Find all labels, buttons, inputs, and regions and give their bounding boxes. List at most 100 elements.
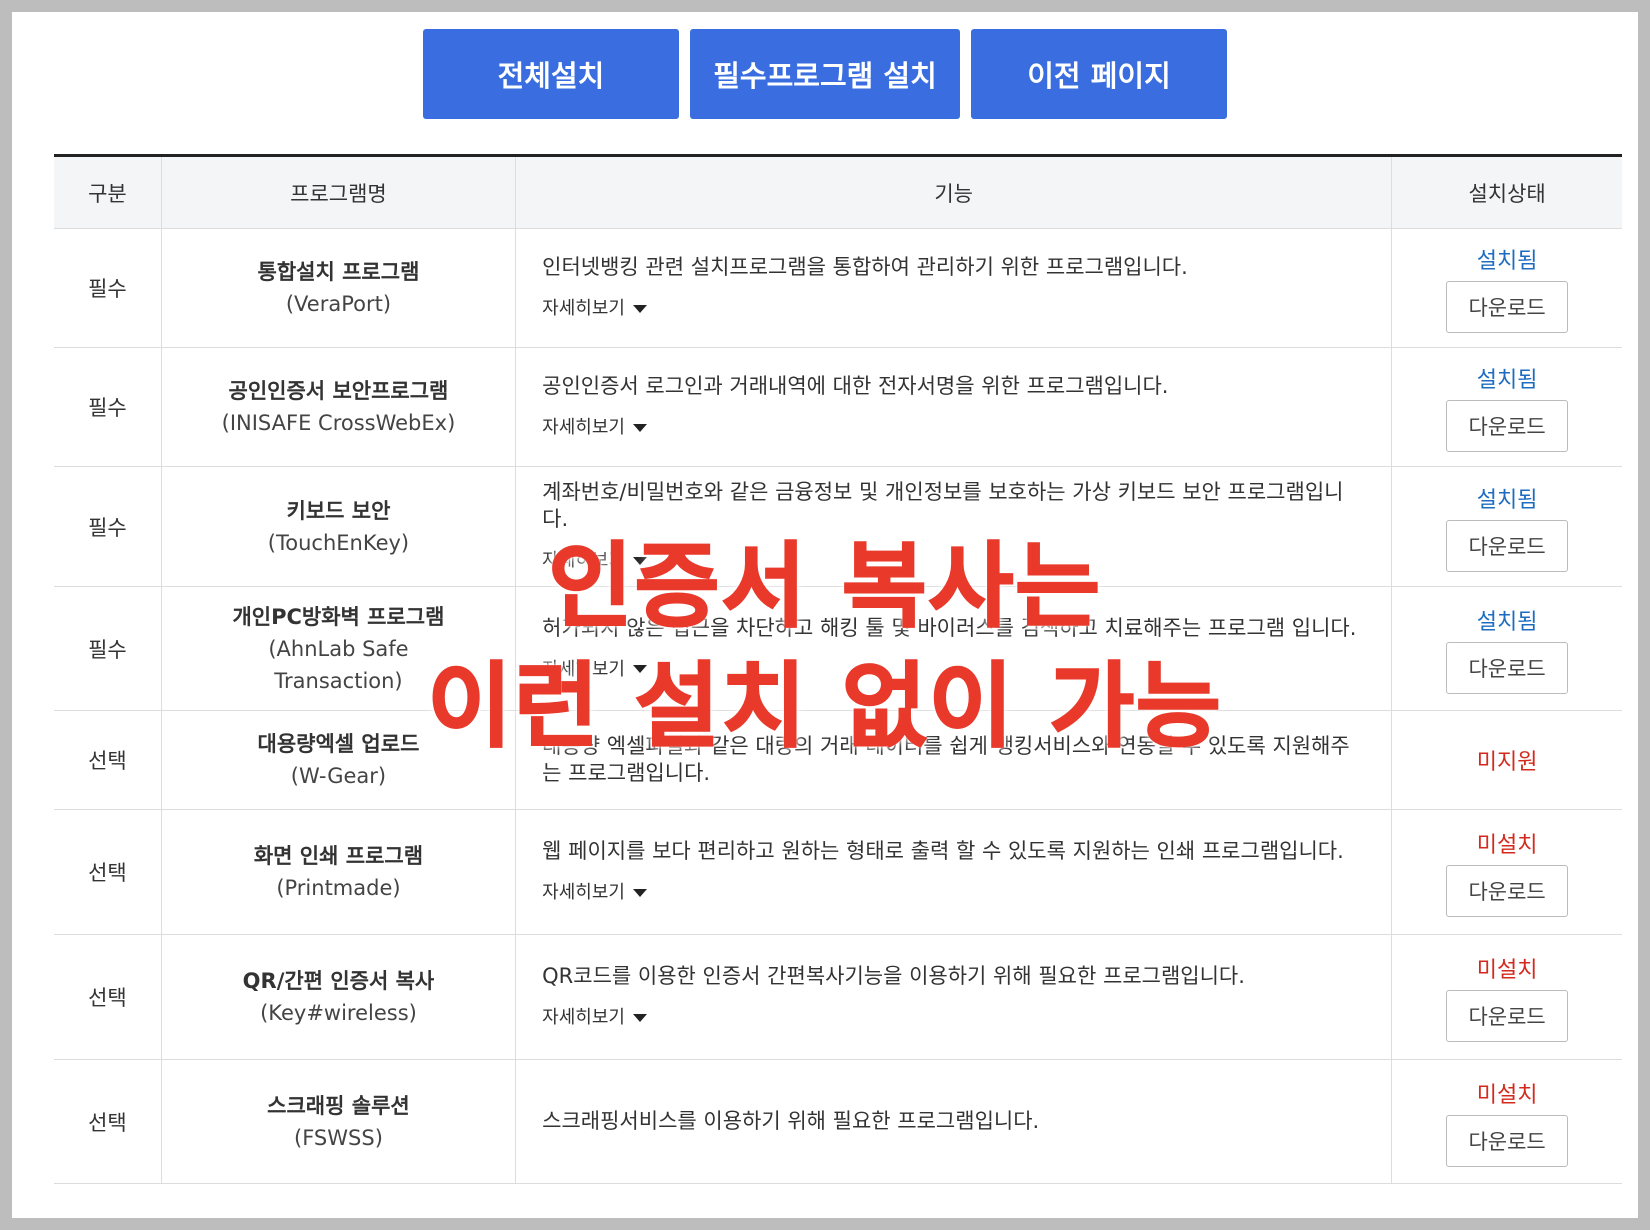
program-name: 공인인증서 보안프로그램 xyxy=(228,379,449,403)
status-cell: 설치됨 다운로드 xyxy=(1391,466,1622,587)
status-cell: 설치됨 다운로드 xyxy=(1391,347,1622,467)
details-toggle[interactable]: 자세히보기 xyxy=(542,414,647,441)
program-code: (FSWSS) xyxy=(294,1125,383,1150)
program-name: 스크래핑 솔루션 xyxy=(267,1093,410,1118)
install-required-button[interactable]: 필수프로그램 설치 xyxy=(690,29,960,119)
caret-down-icon xyxy=(632,423,647,432)
program-name-cell: 화면 인쇄 프로그램 (Printmade) xyxy=(160,809,516,935)
status-text: 설치됨 xyxy=(1476,368,1538,393)
program-code: (INISAFE CrossWebEx) xyxy=(221,411,456,435)
table-row: 선택 QR/간편 인증서 복사 (Key#wireless) QR코드를 이용한… xyxy=(54,934,1622,1060)
header-program: 프로그램명 xyxy=(160,155,516,229)
status-text: 설치됨 xyxy=(1476,487,1538,513)
page-frame: 전체설치 필수프로그램 설치 이전 페이지 구분 프로그램명 기능 설치상태 필… xyxy=(12,12,1638,1218)
function-desc: 공인인증서 로그인과 거래내역에 대한 전자서명을 위한 프로그램입니다. xyxy=(542,374,1169,398)
program-name-cell: 공인인증서 보안프로그램 (INISAFE CrossWebEx) xyxy=(160,347,516,467)
category-cell: 선택 xyxy=(54,809,162,935)
status-cell: 설치됨 다운로드 xyxy=(1391,586,1622,711)
status-text: 미설치 xyxy=(1476,1082,1538,1108)
function-cell: 웹 페이지를 보다 편리하고 원하는 형태로 출력 할 수 있도록 지원하는 인… xyxy=(515,809,1392,935)
function-cell: 계좌번호/비밀번호와 같은 금융정보 및 개인정보를 보호하는 가상 키보드 보… xyxy=(515,466,1392,587)
program-name-cell: 통합설치 프로그램 (VeraPort) xyxy=(160,228,516,348)
caret-down-icon xyxy=(632,1013,647,1022)
function-desc: 스크래핑서비스를 이용하기 위해 필요한 프로그램입니다. xyxy=(542,1109,1040,1133)
category-cell: 선택 xyxy=(54,934,162,1060)
program-code: (TouchEnKey) xyxy=(267,530,410,555)
status-cell: 미설치 다운로드 xyxy=(1391,809,1622,935)
table-row: 필수 개인PC방화벽 프로그램 (AhnLab Safe Transaction… xyxy=(54,586,1622,711)
category-cell: 필수 xyxy=(54,586,162,711)
program-name: 통합설치 프로그램 xyxy=(257,260,420,284)
download-button[interactable]: 다운로드 xyxy=(1446,990,1569,1042)
details-label: 자세히보기 xyxy=(542,1007,625,1028)
function-cell: 대용량 엑셀파일과 같은 대량의 거래 데이터를 쉽게 뱅킹서비스와 연동할 수… xyxy=(515,710,1392,810)
details-label: 자세히보기 xyxy=(542,417,625,438)
status-text: 설치됨 xyxy=(1476,249,1538,274)
function-cell: QR코드를 이용한 인증서 간편복사기능을 이용하기 위해 필요한 프로그램입니… xyxy=(515,934,1392,1060)
program-code: (Key#wireless) xyxy=(260,1001,417,1025)
table-row: 선택 대용량엑셀 업로드 (W-Gear) 대용량 엑셀파일과 같은 대량의 거… xyxy=(54,710,1622,810)
header-function: 기능 xyxy=(515,155,1392,229)
status-text: 미설치 xyxy=(1476,833,1538,858)
program-code: (W-Gear) xyxy=(290,764,387,788)
caret-down-icon xyxy=(632,304,647,313)
download-button[interactable]: 다운로드 xyxy=(1446,1114,1569,1167)
download-button[interactable]: 다운로드 xyxy=(1446,519,1569,572)
program-name: 화면 인쇄 프로그램 xyxy=(253,844,424,868)
details-toggle[interactable]: 자세히보기 xyxy=(542,547,647,574)
table-header-row: 구분 프로그램명 기능 설치상태 xyxy=(54,155,1622,229)
function-desc: 계좌번호/비밀번호와 같은 금융정보 및 개인정보를 보호하는 가상 키보드 보… xyxy=(542,480,1344,531)
status-cell: 미설치 다운로드 xyxy=(1391,1059,1622,1184)
download-button[interactable]: 다운로드 xyxy=(1446,400,1569,452)
status-cell: 미설치 다운로드 xyxy=(1391,934,1622,1060)
table-row: 필수 키보드 보안 (TouchEnKey) 계좌번호/비밀번호와 같은 금융정… xyxy=(54,466,1622,587)
caret-down-icon xyxy=(632,665,647,673)
action-buttons: 전체설치 필수프로그램 설치 이전 페이지 xyxy=(12,29,1638,119)
function-cell: 인터넷뱅킹 관련 설치프로그램을 통합하여 관리하기 위한 프로그램입니다. 자… xyxy=(515,228,1392,348)
program-name: 대용량엑셀 업로드 xyxy=(257,732,420,756)
program-code: (Printmade) xyxy=(276,876,401,900)
table-row: 선택 스크래핑 솔루션 (FSWSS) 스크래핑서비스를 이용하기 위해 필요한… xyxy=(54,1059,1622,1184)
program-table: 구분 프로그램명 기능 설치상태 필수 통합설치 프로그램 (VeraPort)… xyxy=(54,154,1622,1184)
status-cell: 설치됨 다운로드 xyxy=(1391,228,1622,348)
details-toggle[interactable]: 자세히보기 xyxy=(542,295,647,322)
category-cell: 선택 xyxy=(54,710,162,810)
status-text: 미지원 xyxy=(1476,750,1538,775)
install-all-button[interactable]: 전체설치 xyxy=(423,29,679,119)
category-cell: 필수 xyxy=(54,347,162,467)
details-toggle[interactable]: 자세히보기 xyxy=(542,1004,647,1031)
category-cell: 필수 xyxy=(54,466,162,587)
program-name-cell: 대용량엑셀 업로드 (W-Gear) xyxy=(160,710,516,810)
details-label: 자세히보기 xyxy=(542,298,625,319)
program-name: QR/간편 인증서 복사 xyxy=(242,969,435,993)
download-button[interactable]: 다운로드 xyxy=(1446,641,1569,694)
program-name-cell: 개인PC방화벽 프로그램 (AhnLab Safe Transaction) xyxy=(160,586,516,711)
function-cell: 공인인증서 로그인과 거래내역에 대한 전자서명을 위한 프로그램입니다. 자세… xyxy=(515,347,1392,467)
download-button[interactable]: 다운로드 xyxy=(1446,281,1569,333)
previous-page-button[interactable]: 이전 페이지 xyxy=(971,29,1227,119)
status-text: 설치됨 xyxy=(1476,609,1538,635)
program-name: 개인PC방화벽 프로그램 xyxy=(232,604,445,629)
table-row: 필수 통합설치 프로그램 (VeraPort) 인터넷뱅킹 관련 설치프로그램을… xyxy=(54,228,1622,348)
table-row: 선택 화면 인쇄 프로그램 (Printmade) 웹 페이지를 보다 편리하고… xyxy=(54,809,1622,935)
function-desc: 웹 페이지를 보다 편리하고 원하는 형태로 출력 할 수 있도록 지원하는 인… xyxy=(542,839,1344,863)
function-desc: 인터넷뱅킹 관련 설치프로그램을 통합하여 관리하기 위한 프로그램입니다. xyxy=(542,255,1188,279)
status-cell: 미지원 xyxy=(1391,710,1622,810)
program-name-cell: 스크래핑 솔루션 (FSWSS) xyxy=(160,1059,516,1184)
caret-down-icon xyxy=(632,888,647,897)
details-toggle[interactable]: 자세히보기 xyxy=(542,656,647,683)
function-cell: 허가되지 않은 접근을 차단하고 해킹 툴 및 바이러스를 검색하고 치료해주는… xyxy=(515,586,1392,711)
function-desc: QR코드를 이용한 인증서 간편복사기능을 이용하기 위해 필요한 프로그램입니… xyxy=(542,964,1245,988)
status-text: 미설치 xyxy=(1476,958,1538,983)
function-desc: 허가되지 않은 접근을 차단하고 해킹 툴 및 바이러스를 검색하고 치료해주는… xyxy=(542,615,1357,640)
details-label: 자세히보기 xyxy=(542,550,625,571)
function-cell: 스크래핑서비스를 이용하기 위해 필요한 프로그램입니다. xyxy=(515,1059,1392,1184)
header-category: 구분 xyxy=(54,155,162,229)
category-cell: 필수 xyxy=(54,228,162,348)
program-name: 키보드 보안 xyxy=(286,498,391,523)
details-label: 자세히보기 xyxy=(542,658,625,680)
details-label: 자세히보기 xyxy=(542,882,625,903)
details-toggle[interactable]: 자세히보기 xyxy=(542,879,647,906)
download-button[interactable]: 다운로드 xyxy=(1446,865,1569,917)
table-row: 필수 공인인증서 보안프로그램 (INISAFE CrossWebEx) 공인인… xyxy=(54,347,1622,467)
